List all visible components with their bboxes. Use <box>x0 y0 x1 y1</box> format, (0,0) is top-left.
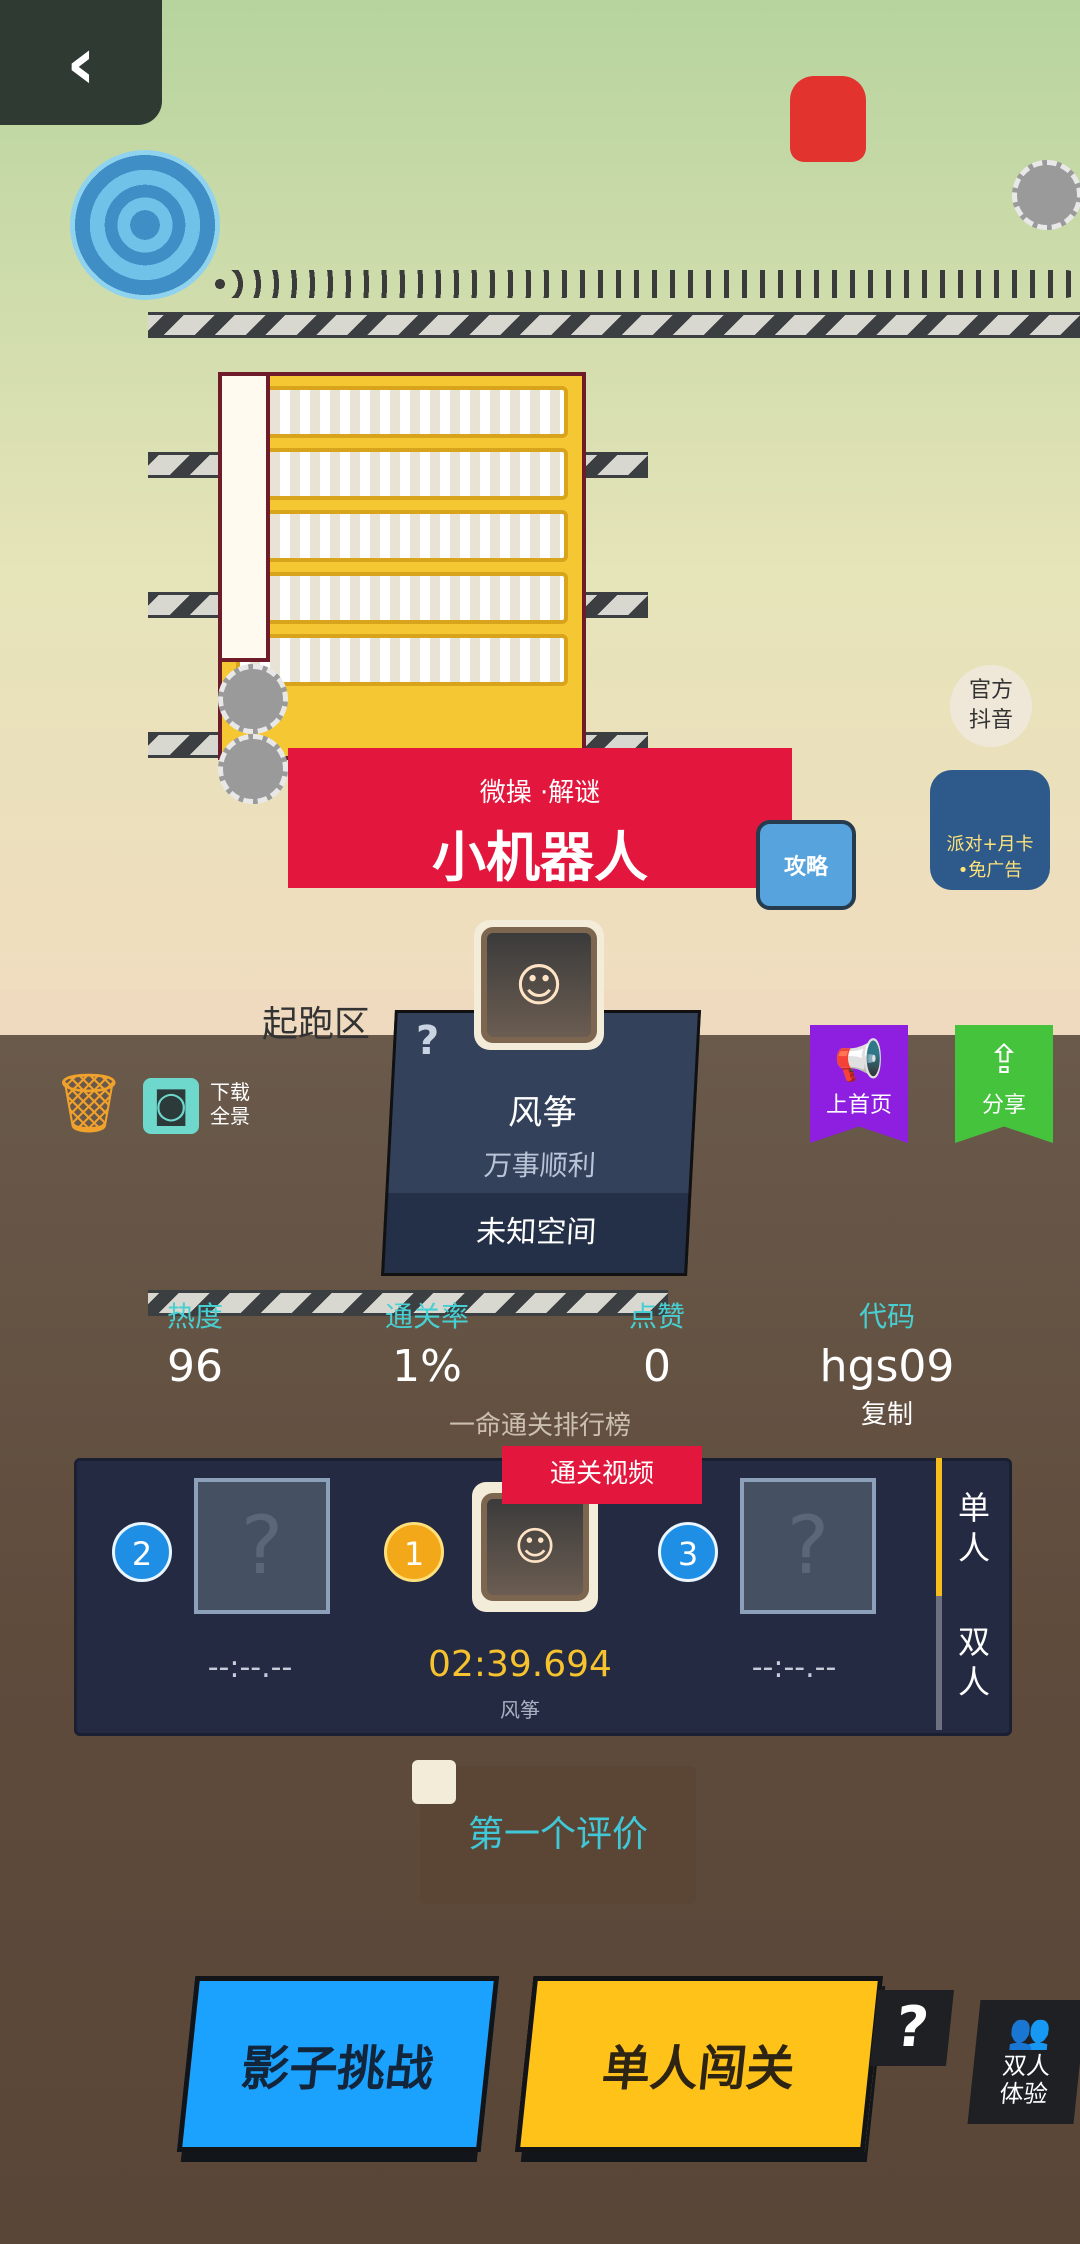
saw-gear-icon <box>218 734 288 804</box>
strategy-button[interactable]: 攻略 <box>756 820 856 910</box>
clear-video-button[interactable]: 通关视频 <box>502 1446 702 1504</box>
official-douyin-label: 官方 抖音 <box>968 678 1013 733</box>
megaphone-icon: 📢 <box>834 1038 884 1084</box>
avatar-portrait-icon: ☺ <box>481 1493 589 1601</box>
level-tags: 微操 ·解谜 <box>479 778 601 808</box>
striped-rail <box>148 312 1080 338</box>
spike-row <box>236 572 568 624</box>
no-ads-badge-button[interactable]: 派对+月卡 •免广告 <box>930 770 1050 890</box>
level-code: hgs09 <box>819 1341 955 1392</box>
first-review-button[interactable]: 第一个评价 <box>420 1766 696 1904</box>
tab-duo[interactable]: 双人 <box>940 1622 1008 1702</box>
red-balloon-bomb-icon <box>790 76 866 162</box>
tab-single[interactable]: 单人 <box>940 1488 1008 1568</box>
rank-3-time: --:--.-- <box>751 1650 837 1685</box>
rank-1-time: 02:39.694 <box>428 1644 612 1685</box>
stat-value: 0 <box>643 1341 671 1392</box>
stat-heat: 热度 96 <box>80 1295 310 1392</box>
stat-label: 热度 <box>166 1300 223 1333</box>
leaderboard-title: 一命通关排行榜 <box>448 1411 631 1441</box>
back-button[interactable]: ‹ <box>0 0 162 125</box>
duo-trial-button[interactable]: 👥 双人 体验 <box>967 2000 1080 2124</box>
start-zone-label: 起跑区 <box>262 1004 371 1045</box>
camera-download-icon[interactable]: ◙ <box>143 1078 199 1134</box>
stat-likes: 点赞 0 <box>542 1295 772 1392</box>
rank-2-badge: 2 <box>112 1522 172 1582</box>
stat-label: 代码 <box>858 1300 915 1333</box>
stat-clear-rate: 通关率 1% <box>312 1295 542 1392</box>
comment-avatar-icon <box>412 1760 456 1804</box>
avatar-portrait-icon: ☺ <box>481 927 597 1043</box>
strategy-label: 攻略 <box>783 855 828 880</box>
rank-2-time: --:--.-- <box>207 1650 293 1685</box>
share-button[interactable]: ⇪ 分享 <box>955 1025 1053 1143</box>
unknown-question-icon: ? <box>416 1018 440 1064</box>
help-question-button[interactable]: ? <box>870 1990 954 2066</box>
rank-3-badge: 3 <box>658 1522 718 1582</box>
promote-homepage-button[interactable]: 📢 上首页 <box>810 1025 908 1143</box>
creator-signature: 万事顺利 <box>482 1149 597 1182</box>
spike-row <box>236 386 568 438</box>
creator-space: 未知空间 <box>475 1215 598 1250</box>
stat-value: 1% <box>392 1341 462 1392</box>
download-panorama-label[interactable]: 下载 全景 <box>210 1080 250 1128</box>
share-label: 分享 <box>981 1093 1026 1118</box>
single-play-button[interactable]: 单人闯关 <box>514 1976 884 2152</box>
spike-side-wall <box>218 372 270 662</box>
spike-row <box>236 634 568 686</box>
creator-avatar[interactable]: ☺ <box>474 920 604 1050</box>
spike-row <box>236 510 568 562</box>
two-people-icon: 👥 <box>1006 2012 1054 2052</box>
stat-label: 点赞 <box>628 1300 685 1333</box>
stat-value: 96 <box>167 1341 223 1392</box>
level-title: 小机器人 <box>432 826 648 889</box>
back-arrow-icon: ‹ <box>66 20 96 105</box>
ad-badge-line1: 派对+月卡 <box>946 834 1034 855</box>
ad-badge-line2: •免广告 <box>957 860 1023 881</box>
empty-rank-avatar-icon: ? <box>740 1478 876 1614</box>
saw-gear-icon <box>218 664 288 734</box>
promote-homepage-label: 上首页 <box>825 1093 892 1118</box>
empty-rank-avatar-icon: ? <box>194 1478 330 1614</box>
shadow-challenge-button[interactable]: 影子挑战 <box>176 1976 500 2152</box>
spike-row <box>236 448 568 500</box>
share-upload-icon: ⇪ <box>987 1037 1021 1083</box>
barbed-wire <box>210 270 1080 298</box>
rank-1-medal-badge: 1 <box>384 1522 444 1582</box>
stat-label: 通关率 <box>384 1300 469 1333</box>
official-douyin-button[interactable]: 官方 抖音 <box>950 665 1032 747</box>
tab-duo-label: 双人 <box>957 1623 990 1701</box>
trash-icon[interactable]: 🗑 <box>52 1070 126 1136</box>
level-title-banner: 微操 ·解谜 小机器人 <box>288 748 792 889</box>
spiral-portal-icon <box>70 150 220 300</box>
rank-1-name: 风筝 <box>500 1698 540 1722</box>
duo-trial-label: 双人 体验 <box>998 2052 1053 2108</box>
tab-single-label: 单人 <box>957 1489 990 1567</box>
saw-gear-icon <box>1012 160 1080 230</box>
